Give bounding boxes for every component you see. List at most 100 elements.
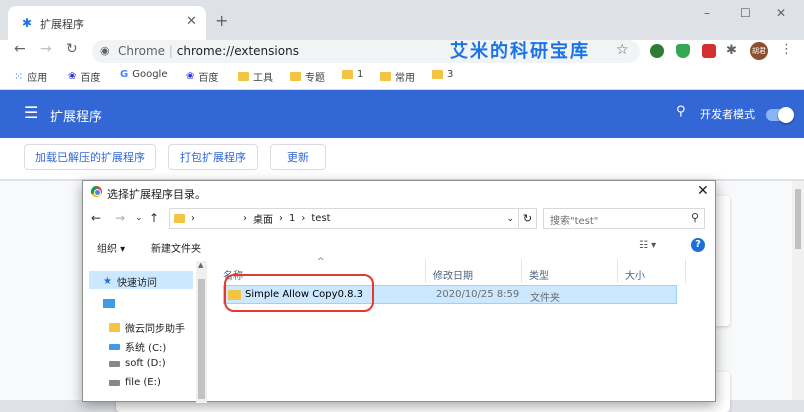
column-type[interactable]: 类型 xyxy=(529,267,549,282)
omnibox-site: Chrome xyxy=(118,44,166,58)
computer-icon xyxy=(103,299,115,308)
menu-kebab-icon[interactable]: ⋮ xyxy=(780,42,793,57)
folder-icon xyxy=(380,72,391,81)
column-divider xyxy=(521,259,522,283)
puzzle-icon: ✱ xyxy=(22,16,33,30)
dialog-address-row: ← → ⌄ ↑ › › 桌面 › 1 › test ⌄ ↻ 搜索"test" ⚲ xyxy=(83,205,715,233)
back-arrow-icon[interactable]: ← xyxy=(91,211,101,225)
nav-label: 快速访问 xyxy=(116,278,157,289)
tab-close-icon[interactable]: ✕ xyxy=(186,14,197,29)
browser-toolbar: ← → ↻ ◉ Chrome | chrome://extensions ☆ ✱… xyxy=(0,40,804,64)
bookmark-folder-topics[interactable]: 专题 xyxy=(290,69,325,84)
extension-icon-3[interactable] xyxy=(702,44,716,58)
column-size[interactable]: 大小 xyxy=(625,267,645,282)
omnibox-separator: | xyxy=(168,44,173,58)
nav-drive-e[interactable]: file (E:) xyxy=(109,377,161,388)
extension-icon-1[interactable] xyxy=(650,44,664,58)
view-options-icon[interactable]: ☷ ▾ xyxy=(639,240,656,251)
hamburger-menu-icon[interactable]: ☰ xyxy=(24,103,38,122)
up-arrow-icon[interactable]: ↑ xyxy=(149,211,159,225)
new-folder-button[interactable]: 新建文件夹 xyxy=(151,240,201,255)
tab-strip: ✱ 扩展程序 ✕ + – ☐ ✕ xyxy=(0,0,804,40)
omnibox-text: Chrome | chrome://extensions xyxy=(118,44,299,58)
scrollbar-thumb[interactable] xyxy=(795,189,801,249)
bookmark-label: 1 xyxy=(357,69,364,80)
nav-drive-c[interactable]: 系统 (C:) xyxy=(109,339,166,354)
dev-mode-label: 开发者模式 xyxy=(700,108,755,121)
folder-icon xyxy=(432,70,443,79)
bookmark-folder-tools[interactable]: 工具 xyxy=(238,69,273,84)
drive-icon xyxy=(109,360,120,367)
path-separator: › xyxy=(301,213,306,224)
nav-drive-d[interactable]: soft (D:) xyxy=(109,358,166,369)
extensions-puzzle-icon[interactable]: ✱ xyxy=(726,43,737,58)
star-icon: ★ xyxy=(103,276,112,287)
bookmark-google[interactable]: G Google xyxy=(120,69,167,80)
dev-mode-toggle[interactable] xyxy=(766,107,794,123)
back-arrow-icon[interactable]: ← xyxy=(14,41,26,57)
page-scrollbar[interactable] xyxy=(792,181,804,400)
bookmark-folder-1[interactable]: 1 xyxy=(342,69,363,80)
scroll-up-icon[interactable]: ▲ xyxy=(198,261,203,269)
folder-picker-dialog: 选择扩展程序目录。 ✕ ← → ⌄ ↑ › › 桌面 › 1 › test ⌄ … xyxy=(82,180,716,403)
bookmark-folder-3[interactable]: 3 xyxy=(432,69,453,80)
nav-scrollbar[interactable]: ▲ xyxy=(196,261,207,403)
dialog-close-icon[interactable]: ✕ xyxy=(697,183,709,199)
forward-arrow-icon[interactable]: → xyxy=(40,41,52,57)
folder-icon xyxy=(109,323,120,332)
path-dropdown-icon[interactable]: ⌄ xyxy=(506,214,514,224)
nav-label: soft (D:) xyxy=(125,358,166,369)
search-icon: ⚲ xyxy=(690,211,699,224)
column-divider xyxy=(685,259,686,283)
nav-this-pc[interactable] xyxy=(103,299,115,308)
help-icon[interactable]: ? xyxy=(691,238,705,252)
path-folder-1[interactable]: 1 xyxy=(289,213,295,224)
tab-extensions[interactable]: ✱ 扩展程序 ✕ xyxy=(8,6,206,40)
nav-quick-access[interactable]: ★ 快速访问 xyxy=(103,274,157,289)
window-close-button[interactable]: ✕ xyxy=(776,6,786,20)
pack-extension-button[interactable]: 打包扩展程序 xyxy=(168,144,258,170)
search-placeholder: 搜索"test" xyxy=(550,216,599,227)
search-icon[interactable]: ⚲ xyxy=(676,104,686,119)
bookmark-star-icon[interactable]: ☆ xyxy=(616,42,629,58)
extensions-header: ☰ 扩展程序 ⚲ 开发者模式 xyxy=(0,90,804,138)
nav-label: 微云同步助手 xyxy=(125,324,185,335)
bookmark-label: 常用 xyxy=(395,73,415,84)
recent-locations-icon[interactable]: ⌄ xyxy=(135,213,143,223)
bookmark-baidu-2[interactable]: ❀ 百度 xyxy=(186,69,218,84)
chrome-logo-icon xyxy=(91,186,102,197)
organize-button[interactable]: 组织 ▾ xyxy=(97,240,125,255)
load-unpacked-button[interactable]: 加载已解压的扩展程序 xyxy=(24,144,156,170)
nav-label: 系统 (C:) xyxy=(125,343,167,354)
reload-icon[interactable]: ↻ xyxy=(66,41,78,57)
folder-icon xyxy=(174,214,185,223)
avatar[interactable]: 胡君 xyxy=(750,42,768,60)
bookmark-baidu[interactable]: ❀ 百度 xyxy=(68,69,100,84)
navigation-pane: ★ 快速访问 微云同步助手 系统 (C:) soft (D:) file (E:) xyxy=(83,259,207,403)
nav-scroll-thumb[interactable] xyxy=(198,279,205,399)
omnibox-url: chrome://extensions xyxy=(176,44,299,58)
path-desktop[interactable]: 桌面 xyxy=(253,211,273,226)
new-tab-plus-icon[interactable]: + xyxy=(215,11,228,30)
folder-icon xyxy=(238,72,249,81)
bookmark-label: 专题 xyxy=(305,73,325,84)
maximize-button[interactable]: ☐ xyxy=(740,6,751,20)
bookmarks-bar: ⁙ 应用 ❀ 百度 G Google ❀ 百度 工具 专题 1 常用 3 xyxy=(0,64,804,90)
update-button[interactable]: 更新 xyxy=(270,144,326,170)
path-overflow[interactable]: › xyxy=(191,213,195,224)
dialog-title: 选择扩展程序目录。 xyxy=(107,188,206,201)
bookmark-folder-common[interactable]: 常用 xyxy=(380,69,415,84)
refresh-icon[interactable]: ↻ xyxy=(519,208,537,229)
bookmark-apps[interactable]: ⁙ 应用 xyxy=(14,69,47,84)
nav-weiyun[interactable]: 微云同步助手 xyxy=(109,320,185,335)
shield-extension-icon[interactable] xyxy=(676,44,690,58)
column-date[interactable]: 修改日期 xyxy=(433,267,473,282)
drive-icon xyxy=(109,343,120,350)
path-breadcrumb[interactable]: › › 桌面 › 1 › test ⌄ xyxy=(169,208,519,229)
minimize-button[interactable]: – xyxy=(704,6,710,20)
dialog-search-input[interactable]: 搜索"test" ⚲ xyxy=(543,208,705,229)
path-folder-test[interactable]: test xyxy=(311,213,330,224)
baidu-paw-icon: ❀ xyxy=(186,71,195,82)
forward-arrow-icon[interactable]: → xyxy=(115,211,125,225)
path-separator: › xyxy=(243,213,247,224)
